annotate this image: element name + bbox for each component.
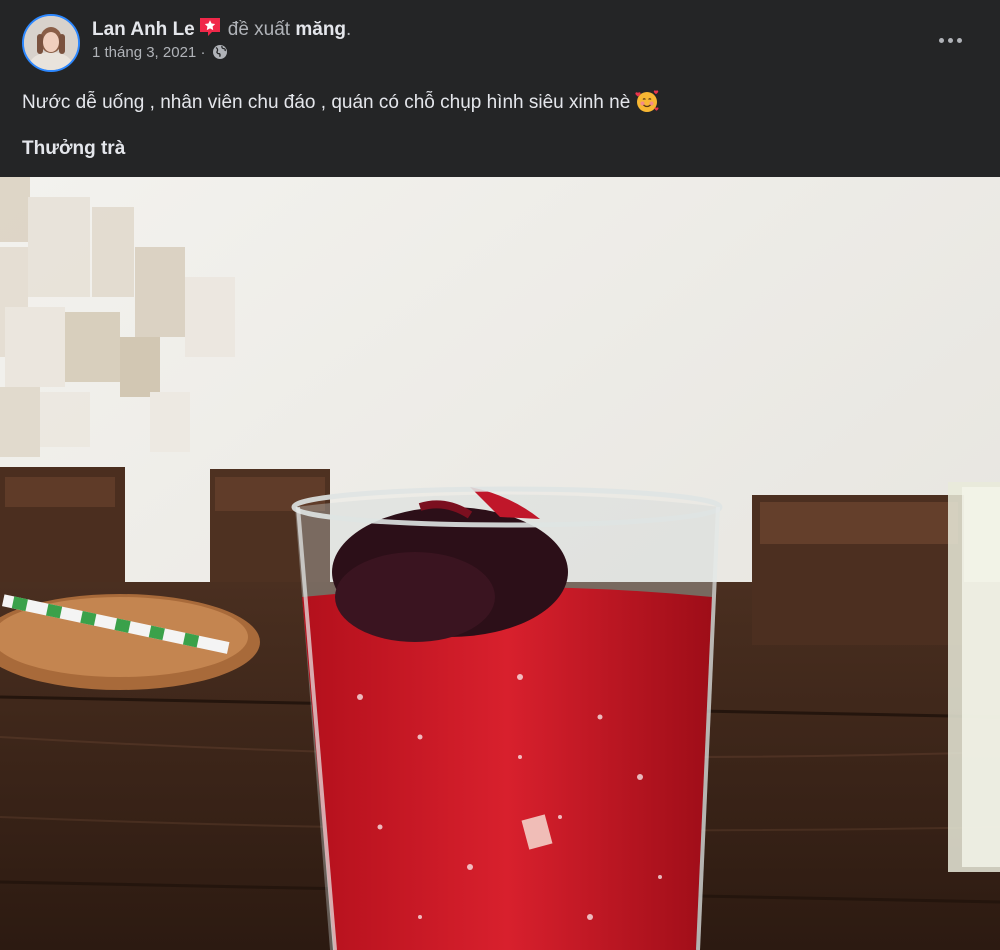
post-body-text: Nước dễ uống , nhân viên chu đáo , quán … [22, 92, 631, 113]
author-name[interactable]: Lan Anh Le [92, 19, 195, 40]
post-date[interactable]: 1 tháng 3, 2021 [92, 44, 196, 61]
hibiscus-drink-photo [0, 177, 1000, 950]
post-title-line: Lan Anh Le đề xuất măng. [92, 16, 351, 42]
meta-separator: · [200, 44, 206, 61]
more-options-button[interactable] [934, 28, 966, 52]
globe-icon [212, 44, 228, 60]
more-dot [956, 37, 962, 43]
post-category-link[interactable]: Thưởng trà [22, 138, 125, 160]
more-dot [947, 37, 953, 43]
recommend-label: đề xuất [227, 19, 291, 40]
post-photo[interactable] [0, 177, 1000, 950]
post-meta: 1 tháng 3, 2021 · [92, 44, 228, 61]
avatar[interactable] [22, 14, 80, 72]
post-header: Lan Anh Le đề xuất măng. 1 tháng 3, 2021 … [0, 0, 1000, 177]
smiling-face-with-hearts-icon [634, 88, 660, 114]
page-name-link[interactable]: măng [295, 19, 346, 40]
avatar-image [24, 16, 78, 70]
more-dot [938, 37, 944, 43]
post-text: Nước dễ uống , nhân viên chu đáo , quán … [22, 88, 660, 116]
facebook-post: Lan Anh Le đề xuất măng. 1 tháng 3, 2021 … [0, 0, 1000, 950]
star-badge-icon [198, 16, 222, 38]
page-name-period: . [346, 19, 352, 40]
